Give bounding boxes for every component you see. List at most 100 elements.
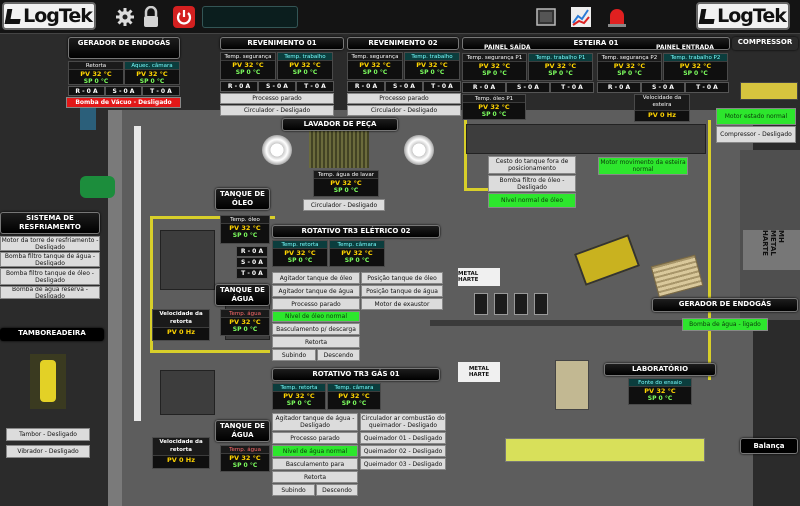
rot02-status[interactable]: Posição tanque de óleo — [361, 272, 443, 284]
gerador-retorta-block: Retorta PV 32 °C SP 0 °C — [68, 61, 124, 85]
rot01-status[interactable]: Circulador ar combustão do queimador - D… — [360, 413, 446, 431]
floor-lane — [150, 350, 270, 353]
current-r: R - 0 A — [236, 246, 268, 257]
logo-mark-icon — [4, 8, 23, 24]
pv-value: PV 32 °C — [679, 62, 712, 70]
rot01-status[interactable]: Queimador 01 - Desligado — [360, 432, 446, 444]
bomba-filtro-oleo-status[interactable]: Bomba filtro de óleo - Desligado — [488, 175, 576, 192]
pv-value: PV 32 °C — [284, 249, 316, 257]
rev01-process-status[interactable]: Processo parado — [220, 93, 334, 104]
rev02-circulador-status[interactable]: Circulador - Desligado — [347, 105, 461, 116]
rot01-status[interactable]: Basculamento para — [272, 458, 358, 470]
resfriamento-title: SISTEMA DE RESFRIAMENTO — [0, 212, 100, 234]
bin — [534, 293, 548, 315]
pv-value: PV 32 °C — [229, 224, 261, 232]
current-s: S - 0 A — [258, 81, 296, 92]
current-r: R - 0 A — [68, 86, 105, 96]
subindo-button[interactable]: Subindo — [272, 484, 315, 496]
temp-label: Temp. água — [221, 310, 269, 318]
partition-wall — [430, 320, 690, 326]
sp-value: SP 0 °C — [139, 78, 165, 85]
rot02-status[interactable]: Agitador tanque de óleo — [272, 272, 360, 284]
rot01-status[interactable]: Agitador tanque de água - Desligado — [272, 413, 358, 431]
sp-value: SP 0 °C — [287, 257, 313, 264]
current-s: S - 0 A — [236, 257, 268, 268]
temp-label: Retorta — [69, 62, 123, 70]
lavador-title: LAVADOR DE PEÇA — [282, 118, 398, 131]
rot02-status[interactable]: Retorta — [272, 336, 360, 348]
bomba-vacuo-alarm[interactable]: Bomba de Vácuo - Desligado — [66, 97, 181, 108]
bin — [494, 293, 508, 315]
alarm-icon[interactable] — [606, 6, 628, 28]
motor-estado-status[interactable]: Motor estado normal — [716, 108, 796, 125]
sp-value: SP 0 °C — [548, 70, 573, 77]
descendo-button[interactable]: Descendo — [317, 349, 360, 361]
motor-movimento-status[interactable]: Motor movimento da esteira normal — [598, 157, 688, 175]
rot02-status[interactable]: Motor de exaustor — [361, 298, 443, 310]
pv-value: PV 32 °C — [229, 318, 261, 326]
screen-icon[interactable] — [535, 6, 557, 28]
rot02-status[interactable]: Processo parado — [272, 298, 360, 310]
temp-label: Temp. óleo P1 — [463, 95, 525, 103]
tambor-status[interactable]: Tambor - Desligado — [6, 428, 90, 441]
rot02-status[interactable]: Basculamento p/ descarga — [272, 323, 360, 335]
pv-value: PV 32 °C — [478, 62, 511, 70]
painel-entrada-label: PAINEL ENTRADA — [656, 44, 714, 51]
rot02-nivel-status[interactable]: Nível de óleo normal — [272, 311, 360, 322]
revenimento-02-title: REVENIMENTO 02 — [347, 37, 459, 50]
lavador-circulador-status[interactable]: Circulador - Desligado — [303, 199, 385, 211]
fan-icon — [262, 135, 292, 165]
rev01-trab-block: Temp. trabalho PV 32 °C SP 0 °C — [277, 52, 333, 80]
vel-retorta-block: Velocidade da retorta PV 0 Hz — [152, 437, 210, 469]
gear-icon[interactable] — [114, 6, 136, 28]
sp-value: SP 0 °C — [362, 69, 388, 76]
subindo-button[interactable]: Subindo — [272, 349, 316, 361]
sp-value: SP 0 °C — [647, 395, 673, 402]
pv-value: PV 32 °C — [416, 61, 448, 69]
current-r: R - 0 A — [347, 81, 385, 92]
current-t: T - 0 A — [685, 82, 729, 93]
descendo-button[interactable]: Descendo — [316, 484, 358, 496]
lavador-temp-block: Temp. água de lavar PV 32 °C SP 0 °C — [313, 170, 379, 197]
current-s: S - 0 A — [385, 81, 423, 92]
current-t: T - 0 A — [423, 81, 461, 92]
rot01-nivel-status[interactable]: Nível de água normal — [272, 445, 358, 457]
temp-label: Temp. câmara — [328, 384, 380, 392]
pv-value: PV 32 °C — [289, 61, 321, 69]
tanque-agua-title: TANQUE DE ÁGUA — [215, 420, 270, 442]
nivel-oleo-status[interactable]: Nível normal de óleo — [488, 193, 576, 208]
sp-value: SP 0 °C — [344, 257, 370, 264]
sp-value: SP 0 °C — [232, 232, 258, 239]
rot02-status[interactable]: Agitador tanque de água — [272, 285, 360, 297]
lock-icon[interactable] — [140, 6, 162, 28]
rev01-circulador-status[interactable]: Circulador - Desligado — [220, 105, 334, 116]
temp-label: Temp. câmara — [330, 241, 384, 249]
current-r: R - 0 A — [220, 81, 258, 92]
resfriamento-item[interactable]: Bomba filtro tanque de óleo - Desligado — [0, 268, 100, 285]
chart-icon[interactable] — [570, 6, 592, 28]
resfriamento-item[interactable]: Bomba de água reserva - Desligado — [0, 286, 100, 299]
rot01-status[interactable]: Retorta — [272, 471, 358, 483]
resfriamento-item[interactable]: Bomba filtro tanque de água - Desligado — [0, 252, 100, 267]
rot01-status[interactable]: Queimador 03 - Desligado — [360, 458, 446, 470]
logtek-logo-right: LogTek — [696, 2, 790, 30]
rot01-status[interactable]: Queimador 02 - Desligado — [360, 445, 446, 457]
tanque-agua-temp-block: Temp. água PV 32 °C SP 0 °C — [220, 309, 270, 336]
rev02-process-status[interactable]: Processo parado — [347, 93, 461, 104]
rotativo-02-title: ROTATIVO TR3 ELÉTRICO 02 — [272, 225, 440, 238]
compressor-status[interactable]: Compressor - Desligado — [716, 126, 796, 143]
sp-value: SP 0 °C — [419, 69, 445, 76]
rot02-status[interactable]: Posição tanque de água — [361, 285, 443, 297]
vibrador-status[interactable]: Vibrador - Desligado — [6, 445, 90, 458]
resfriamento-item[interactable]: Motor da torre de resfriamento - Desliga… — [0, 236, 100, 251]
temp-label: Temp. retorta — [273, 384, 325, 392]
power-icon[interactable] — [173, 6, 195, 28]
balanca-label[interactable]: Balança — [740, 438, 798, 454]
rot01-status[interactable]: Processo parado — [272, 432, 358, 444]
bomba-agua-status[interactable]: Bomba de água - ligado — [682, 318, 768, 331]
pv-value: PV 32 °C — [338, 392, 370, 400]
cesto-status[interactable]: Cesto do tanque fora de posicionamento — [488, 156, 576, 174]
laboratorio-title: LABORATÓRIO — [604, 363, 716, 376]
pv-value: PV 32 °C — [136, 70, 168, 78]
sp-value: SP 0 °C — [481, 111, 507, 118]
